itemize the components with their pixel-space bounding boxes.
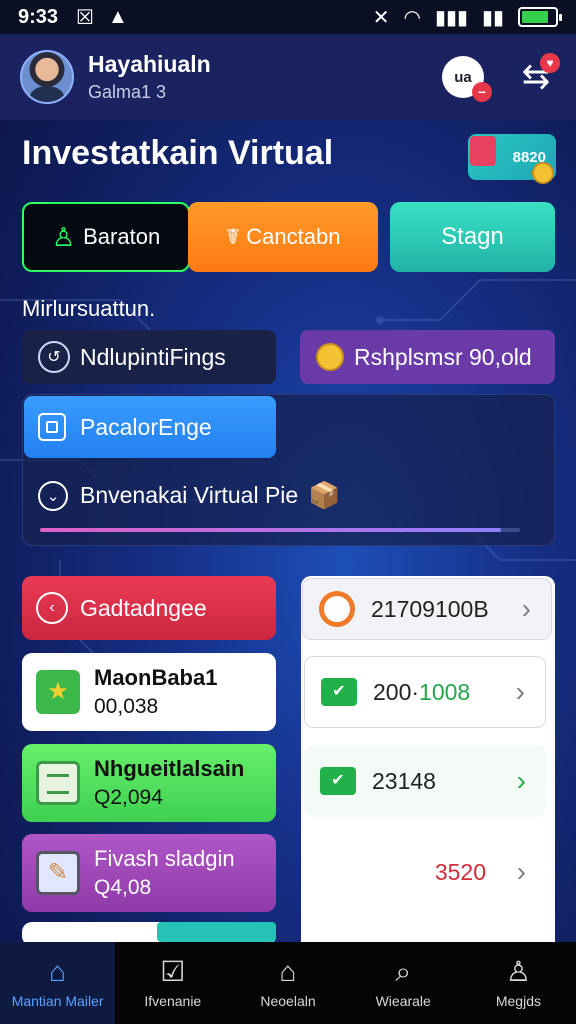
chevron-right-icon: › (516, 765, 526, 796)
coin-icon (316, 343, 344, 371)
list-item-2-value-a: 200· (373, 678, 420, 705)
nav-label-2: Ifvenanie (144, 993, 202, 1009)
figure-icon: ☤ (225, 224, 241, 249)
segment-label-1: Baraton (83, 224, 161, 249)
chevron-left-icon: ‹ (36, 592, 68, 624)
left-card-1-title: Gadtadngee (80, 594, 207, 621)
left-card-2-title: MaonBaba1 (94, 665, 218, 690)
left-card-3-title: Nhgueitlalsain (94, 756, 245, 781)
pill-b-label: Rshplsmsr 90,old (354, 343, 532, 370)
left-card-1[interactable]: ‹ Gadtadngee (22, 576, 276, 640)
list-item-3-value: 23148 (372, 767, 436, 794)
left-card-3-value: Q2,094 (94, 786, 163, 809)
battery-icon (518, 7, 562, 27)
clipboard-icon (36, 851, 80, 895)
list-item-2-value-b: 1008 (419, 678, 471, 705)
virtual-row-label: Bnvenakai Virtual Pie (80, 482, 299, 508)
left-card-3[interactable]: Nhgueitlalsain Q2,094 (22, 744, 276, 822)
chevron-right-icon: › (515, 676, 525, 707)
left-card-4-value: Q4,08 (94, 876, 152, 899)
transfer-button[interactable]: ⇆ ♥ (516, 53, 560, 97)
refresh-icon: ↺ (38, 341, 70, 373)
chevron-right-icon: › (516, 856, 526, 887)
user-outline-icon: ♙ (51, 221, 76, 252)
left-card-2[interactable]: MaonBaba1 00,038 (22, 653, 276, 731)
progress-bar (40, 528, 520, 532)
chevron-right-icon: › (521, 593, 531, 624)
mute-icon: ✕ (372, 6, 390, 29)
section-label: Mirlursuattun. (22, 296, 156, 321)
user-name: Hayahiualn (88, 51, 211, 77)
filter-pill-c[interactable]: PacalorEnge (24, 396, 276, 458)
list-item-4[interactable]: 3520 › (304, 836, 546, 908)
list-item-2[interactable]: 200·1008 › (304, 656, 546, 728)
minus-badge-icon: − (472, 82, 492, 102)
left-card-4[interactable]: Fivash sladgin Q4,08 (22, 834, 276, 912)
signal-icon: ▮▮▮ (434, 6, 468, 29)
status-time: 9:33 (18, 5, 59, 28)
virtual-row[interactable]: ⌄ Bnvenakai Virtual Pie 📦 (38, 480, 341, 511)
status-bar: 9:33 ☒ ▲ ✕ ◠ ▮▮▮ ▮▮ (0, 0, 576, 34)
list-item-1[interactable]: 21709100B › (302, 578, 552, 640)
notification-label: ua (454, 68, 472, 86)
nav-item-home[interactable]: ⌂ Mantian Mailer (0, 942, 116, 1024)
signal-icon: ▮▮ (481, 6, 504, 29)
promo-badge[interactable]: 8820 (468, 134, 556, 184)
check-card-icon (320, 767, 356, 795)
filter-pill-b[interactable]: Rshplsmsr 90,old (300, 330, 555, 384)
gift-box-icon: 📦 (308, 480, 341, 510)
alert-icon: ▲ (107, 5, 128, 28)
notification-button[interactable]: ua − (442, 56, 492, 102)
clipboard-icon: ☑ (160, 956, 186, 987)
nav-item-search[interactable]: ⌕ Wiearale (346, 942, 461, 1024)
coin-icon (532, 162, 554, 184)
nav-label-4: Wiearale (375, 993, 431, 1009)
lock-icon (319, 591, 355, 627)
left-card-4-title: Fivash sladgin (94, 846, 235, 871)
square-icon (38, 413, 66, 441)
search-icon: ⌕ (395, 956, 412, 987)
user-subtitle: Galma1 3 (88, 82, 167, 102)
news-icon (36, 761, 80, 805)
nav-item-bank[interactable]: ⌂ Neoelaln (230, 942, 345, 1024)
filter-pill-a[interactable]: ↺ NdlupintiFings (22, 330, 276, 384)
segment-label-3: Stagn (441, 223, 504, 250)
check-card-icon (321, 678, 357, 706)
gift-icon (470, 136, 496, 166)
segment-button-3[interactable]: Stagn (390, 202, 555, 272)
wifi-icon: ◠ (403, 6, 421, 29)
pill-a-label: NdlupintiFings (80, 343, 226, 370)
profile-icon: ♙ (505, 956, 531, 987)
segment-label-2: Canctabn (246, 224, 341, 249)
teal-strip (157, 922, 276, 942)
list-item-4-value: 3520 (434, 858, 486, 885)
avatar[interactable] (20, 50, 74, 104)
segment-button-2[interactable]: ☤ Canctabn (188, 202, 378, 272)
list-item-1-value: 21709100B (371, 595, 489, 622)
page-title: Investatkain Virtual (22, 134, 334, 172)
close-icon: ☒ (76, 6, 94, 29)
nav-item-profile[interactable]: ♙ Megjds (461, 942, 576, 1024)
app-header: Hayahiualn Galma1 3 ua − ⇆ ♥ (0, 34, 576, 120)
segment-button-1[interactable]: ♙ Baraton (22, 202, 190, 272)
nav-item-clipboard[interactable]: ☑ Ifvenanie (115, 942, 230, 1024)
pill-c-label: PacalorEnge (80, 413, 212, 440)
home-icon: ⌂ (49, 956, 67, 987)
nav-label-5: Megjds (495, 993, 541, 1009)
nav-label-1: Mantian Mailer (11, 993, 104, 1009)
list-item-3[interactable]: 23148 › (304, 745, 546, 817)
heart-badge-icon: ♥ (540, 53, 560, 73)
chevron-down-icon: ⌄ (38, 480, 68, 511)
nav-label-3: Neoelaln (260, 993, 316, 1009)
bottom-nav: ⌂ Mantian Mailer ☑ Ifvenanie ⌂ Neoelaln … (0, 942, 576, 1024)
bank-icon: ⌂ (279, 956, 297, 987)
star-wallet-icon (36, 670, 80, 714)
left-card-2-value: 00,038 (94, 695, 159, 718)
